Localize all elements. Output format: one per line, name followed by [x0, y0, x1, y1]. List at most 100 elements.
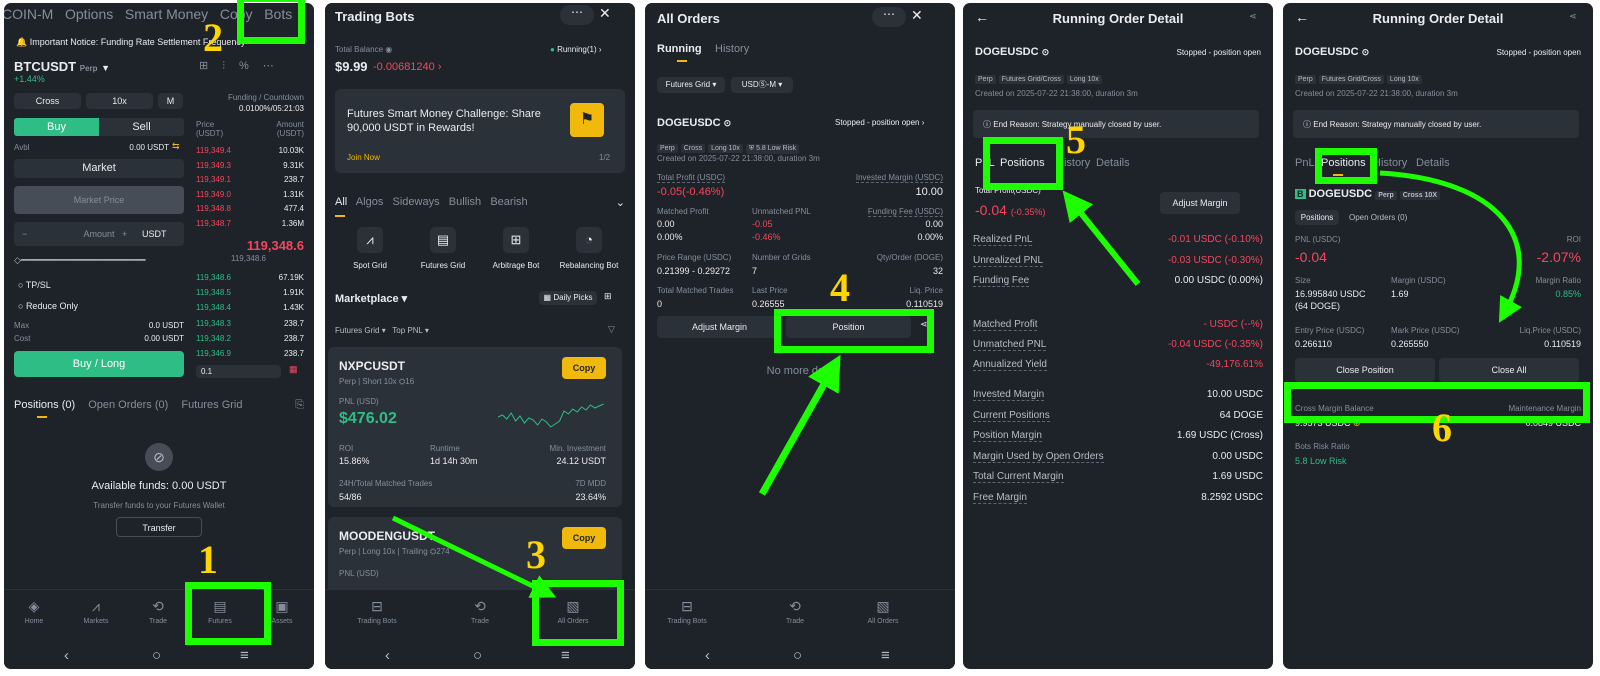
- amount-unit[interactable]: USDT: [142, 222, 167, 246]
- amount-slider[interactable]: ◇━━━━━━━━━━━━━━━━━━━━━━━: [14, 255, 146, 266]
- buy-long-button[interactable]: Buy / Long: [14, 351, 184, 377]
- filter-algos[interactable]: Algos: [356, 196, 384, 208]
- buy-tab[interactable]: Buy: [14, 118, 99, 136]
- tab-coin-m[interactable]: COIN-M: [4, 6, 53, 22]
- close-icon[interactable]: ✕: [599, 5, 611, 22]
- balance-change[interactable]: -0.00681240 ›: [373, 61, 442, 73]
- tab-positions[interactable]: Positions (0): [14, 399, 75, 411]
- grid-view-icon[interactable]: ⊞: [604, 291, 612, 302]
- home-circle-icon[interactable]: ○: [793, 647, 802, 664]
- daily-picks-button[interactable]: ▦ Daily Picks: [539, 291, 597, 305]
- filter-futures-grid[interactable]: Futures Grid ▾: [335, 326, 386, 335]
- order-symbol[interactable]: DOGEUSDC ⊙: [657, 117, 731, 129]
- tpsl-checkbox[interactable]: ○ TP/SL: [18, 280, 51, 290]
- amount-input[interactable]: − Amount + USDT: [14, 222, 184, 246]
- subtab-positions[interactable]: Positions: [1295, 210, 1339, 225]
- back-icon[interactable]: ‹: [64, 647, 69, 664]
- tab-history[interactable]: History: [715, 43, 749, 55]
- back-icon[interactable]: ‹: [385, 647, 390, 664]
- transfer-button[interactable]: Transfer: [116, 517, 202, 537]
- subtab-open-orders[interactable]: Open Orders (0): [1349, 213, 1407, 222]
- bid-price[interactable]: 119,348.3: [196, 319, 231, 328]
- bot-card-nxpc[interactable]: NXPCUSDT Perp | Short 10x ⛭16 Copy PNL (…: [328, 347, 622, 507]
- leverage-button[interactable]: 10x: [86, 93, 153, 109]
- running-indicator[interactable]: ● Running(1) ›: [550, 45, 602, 54]
- ask-price[interactable]: 119,349.0: [196, 190, 231, 199]
- nav-all-orders[interactable]: ▧ All Orders: [853, 598, 913, 625]
- eye-icon[interactable]: ◉: [385, 45, 392, 54]
- bot-type-1[interactable]: ▤ Futures Grid: [408, 227, 478, 270]
- tab-details[interactable]: Details: [1096, 157, 1130, 169]
- close-all-button[interactable]: Close All: [1439, 358, 1579, 382]
- bid-price[interactable]: 119,346.9: [196, 349, 231, 358]
- filter-all[interactable]: All: [335, 196, 347, 208]
- gift-icon[interactable]: ⊞: [199, 60, 222, 72]
- nav-trade[interactable]: ⟲ Trade: [765, 598, 825, 625]
- history-icon[interactable]: ⎘: [295, 399, 304, 412]
- marketplace-title[interactable]: Marketplace ▾: [335, 292, 407, 305]
- more-icon[interactable]: ⋯: [263, 60, 288, 72]
- ask-price[interactable]: 119,348.7: [196, 219, 231, 228]
- bid-price[interactable]: 119,348.5: [196, 288, 231, 297]
- depth-select[interactable]: 0.1: [196, 365, 281, 378]
- home-circle-icon[interactable]: ○: [473, 647, 482, 664]
- tab-futures-grid[interactable]: Futures Grid: [181, 399, 242, 411]
- tab-smart-money[interactable]: Smart Money: [125, 6, 208, 22]
- ask-price[interactable]: 119,349.3: [196, 161, 231, 170]
- filter-bullish[interactable]: Bullish: [449, 196, 481, 208]
- adjust-margin-button[interactable]: Adjust Margin: [1160, 192, 1240, 214]
- filter-top-pnl[interactable]: Top PNL ▾: [392, 326, 429, 335]
- promo-banner[interactable]: Futures Smart Money Challenge: Share 90,…: [335, 89, 625, 173]
- asset-mode-button[interactable]: M: [158, 93, 183, 109]
- bot-type-2[interactable]: ⊞ Arbitrage Bot: [481, 227, 551, 270]
- filter-bearish[interactable]: Bearish: [490, 196, 527, 208]
- orderbook-layout-icon[interactable]: ▦: [289, 364, 298, 375]
- ask-price[interactable]: 119,349.4: [196, 146, 231, 155]
- symbol-selector[interactable]: BTCUSDT Perp ▼: [14, 59, 110, 74]
- ask-price[interactable]: 119,349.1: [196, 175, 231, 184]
- bid-price[interactable]: 119,348.4: [196, 303, 231, 312]
- nav-trade[interactable]: ⟲ Trade: [128, 598, 188, 625]
- more-icon[interactable]: ⋯: [872, 7, 906, 27]
- ask-price[interactable]: 119,348.8: [196, 204, 231, 213]
- copy-button-2[interactable]: Copy: [562, 527, 606, 549]
- recents-icon[interactable]: ≡: [881, 647, 890, 664]
- margin-mode-button[interactable]: Cross: [14, 93, 81, 109]
- sell-tab[interactable]: Sell: [99, 118, 184, 136]
- nav-trading-bots[interactable]: ⊟ Trading Bots: [347, 598, 407, 625]
- tab-pnl[interactable]: PnL: [1295, 157, 1315, 169]
- transfer-icon[interactable]: ⇆: [172, 141, 180, 152]
- chart-icon[interactable]: ⫶: [222, 60, 239, 72]
- bot-type-0[interactable]: ⩘ Spot Grid: [335, 227, 405, 270]
- back-icon[interactable]: ‹: [705, 647, 710, 664]
- more-icon[interactable]: ⋯: [560, 5, 594, 25]
- share-icon[interactable]: ⋖: [1249, 11, 1257, 22]
- tab-running[interactable]: Running: [657, 43, 702, 55]
- bid-price[interactable]: 119,348.2: [196, 334, 231, 343]
- adjust-margin-button[interactable]: Adjust Margin: [657, 316, 782, 338]
- filter-icon[interactable]: ▽: [608, 324, 615, 335]
- tab-options[interactable]: Options: [65, 6, 113, 22]
- nav-trading-bots[interactable]: ⊟ Trading Bots: [657, 598, 717, 625]
- nav-markets[interactable]: ⩘ Markets: [66, 598, 126, 625]
- filter-usdm[interactable]: USDⓈ-M ▾: [731, 77, 793, 93]
- percent-icon[interactable]: %: [239, 60, 263, 72]
- recents-icon[interactable]: ≡: [240, 647, 249, 664]
- tab-history[interactable]: History: [1373, 157, 1407, 169]
- nav-trade[interactable]: ⟲ Trade: [450, 598, 510, 625]
- order-type-select[interactable]: Market: [14, 159, 184, 178]
- reduce-only-checkbox[interactable]: ○ Reduce Only: [18, 301, 78, 311]
- order-status[interactable]: Stopped - position open ›: [835, 118, 924, 127]
- bid-price[interactable]: 119,348.6: [196, 273, 231, 282]
- copy-button[interactable]: Copy: [562, 357, 606, 379]
- nav-home[interactable]: ◈ Home: [4, 598, 64, 625]
- bot-type-3[interactable]: ◔ Rebalancing Bot: [554, 227, 624, 270]
- filter-sideways[interactable]: Sideways: [393, 196, 440, 208]
- close-icon[interactable]: ✕: [911, 7, 923, 24]
- share-icon[interactable]: ⋖: [1569, 11, 1577, 22]
- filter-futures-grid[interactable]: Futures Grid ▾: [657, 77, 725, 93]
- close-position-button[interactable]: Close Position: [1295, 358, 1435, 382]
- chevron-down-icon[interactable]: ⌄: [616, 196, 625, 209]
- recents-icon[interactable]: ≡: [561, 647, 570, 664]
- home-circle-icon[interactable]: ○: [152, 647, 161, 664]
